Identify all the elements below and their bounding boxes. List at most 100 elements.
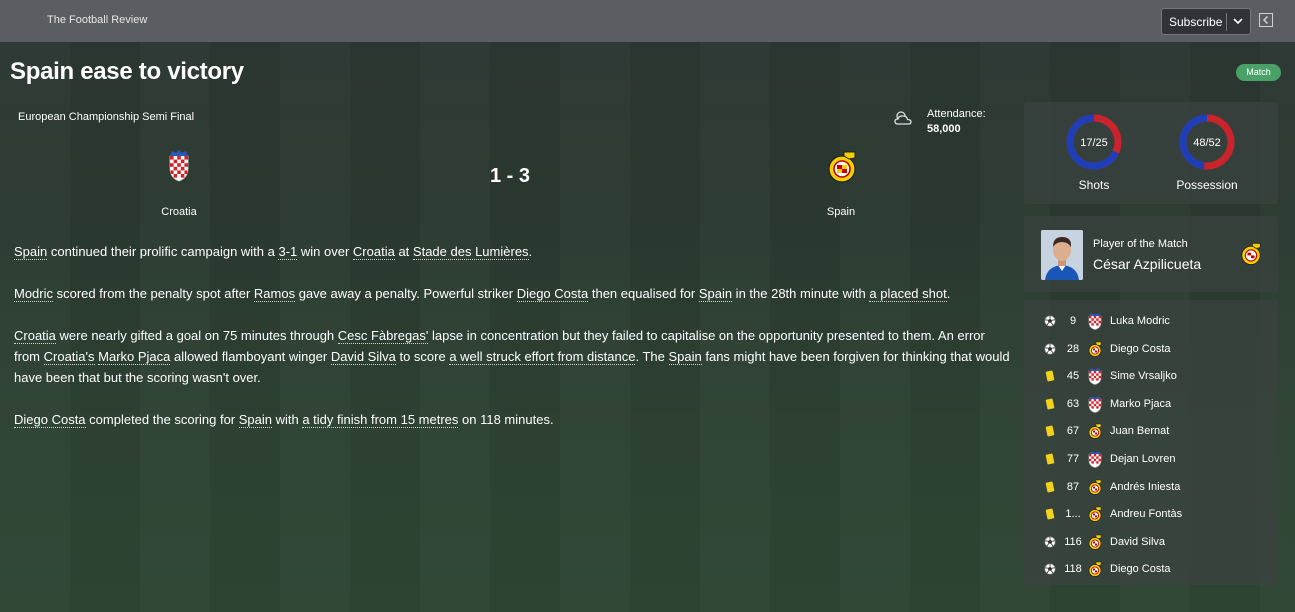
croatia-crest-icon: [1088, 396, 1102, 413]
event-row[interactable]: 67 Juan Bernat: [1040, 422, 1270, 442]
spain-crest-icon: [1088, 561, 1102, 578]
shots-label: Shots: [1078, 178, 1110, 192]
possession-label: Possession: [1176, 178, 1238, 192]
croatia-crest-icon: [1088, 368, 1102, 385]
event-minute: 87: [1066, 481, 1080, 493]
event-player[interactable]: Diego Costa: [1110, 343, 1171, 355]
divider: [1226, 13, 1227, 31]
goal-icon: [1044, 343, 1056, 355]
player-link[interactable]: Diego Costa: [14, 412, 86, 428]
team-link[interactable]: Spain: [14, 244, 48, 260]
spain-crest-icon[interactable]: [1239, 242, 1263, 266]
article-text: to score: [395, 349, 450, 364]
yellow-card-icon: [1044, 398, 1056, 410]
article-text: then equalised for: [588, 286, 699, 301]
article-paragraph: Diego Costa completed the scoring for Sp…: [14, 409, 1014, 430]
top-bar: The Football Review Subscribe: [0, 0, 1295, 42]
player-link[interactable]: Ramos: [253, 286, 296, 302]
event-row[interactable]: 116 David Silva: [1040, 533, 1270, 553]
player-link[interactable]: David Silva: [330, 349, 396, 365]
event-minute: 63: [1066, 398, 1080, 410]
team-link[interactable]: Croatia's: [43, 349, 95, 365]
article-text: at: [394, 244, 413, 259]
article-text: allowed flamboyant winger: [170, 349, 331, 364]
highlight-link[interactable]: a tidy finish from 15 metres: [302, 412, 459, 428]
highlight-link[interactable]: a well struck effort from distance: [449, 349, 636, 365]
yellow-card-icon: [1044, 370, 1056, 382]
subscribe-label: Subscribe: [1169, 14, 1223, 29]
away-team-name[interactable]: Spain: [791, 206, 891, 218]
player-avatar[interactable]: [1041, 230, 1083, 280]
event-row[interactable]: 1... Andreu Fontàs: [1040, 505, 1270, 525]
article-text: win over: [297, 244, 353, 259]
subscribe-button[interactable]: Subscribe: [1161, 8, 1251, 35]
player-link[interactable]: Cesc Fàbregas': [337, 328, 429, 344]
article-paragraph: Croatia were nearly gifted a goal on 75 …: [14, 325, 1014, 388]
event-minute: 118: [1064, 563, 1082, 575]
player-link[interactable]: Diego Costa: [516, 286, 589, 302]
yellow-card-icon: [1044, 425, 1056, 437]
yellow-card-icon: [1044, 453, 1056, 465]
site-name: The Football Review: [47, 14, 148, 26]
event-row[interactable]: 87 Andrés Iniesta: [1040, 478, 1270, 498]
event-player[interactable]: Juan Bernat: [1110, 425, 1169, 437]
event-row[interactable]: 63 Marko Pjaca: [1040, 395, 1270, 415]
event-row[interactable]: 28 Diego Costa: [1040, 340, 1270, 360]
event-player[interactable]: Dejan Lovren: [1110, 453, 1175, 465]
event-row[interactable]: 118 Diego Costa: [1040, 560, 1270, 580]
event-player[interactable]: Luka Modric: [1110, 315, 1170, 327]
home-team-name[interactable]: Croatia: [129, 206, 229, 218]
event-player[interactable]: Diego Costa: [1110, 563, 1171, 575]
article-text: on 118 minutes.: [458, 412, 554, 427]
event-player[interactable]: Andreu Fontàs: [1110, 508, 1182, 520]
team-link[interactable]: Croatia: [352, 244, 395, 260]
potm-player-name[interactable]: César Azpilicueta: [1093, 256, 1201, 272]
team-link[interactable]: Spain: [698, 286, 733, 302]
article-text: continued their prolific campaign with a: [47, 244, 279, 259]
goal-icon: [1044, 315, 1056, 327]
final-score: 1 - 3: [489, 165, 531, 187]
attendance-label: Attendance:: [927, 108, 986, 120]
player-link[interactable]: Marko Pjaca: [98, 349, 171, 365]
event-minute: 67: [1066, 425, 1080, 437]
article-text: .: [528, 244, 533, 259]
croatia-crest-icon[interactable]: [167, 148, 191, 182]
team-link[interactable]: Spain: [238, 412, 272, 428]
event-row[interactable]: 9 Luka Modric: [1040, 312, 1270, 332]
article-text: completed the scoring for: [85, 412, 239, 427]
croatia-crest-icon: [1088, 451, 1102, 468]
event-row[interactable]: 77 Dejan Lovren: [1040, 450, 1270, 470]
stadium-link[interactable]: Stade des Lumières: [412, 244, 529, 260]
event-row[interactable]: 45 Sime Vrsaljko: [1040, 367, 1270, 387]
player-portrait-icon: [1041, 230, 1083, 280]
player-link[interactable]: Modric: [14, 286, 54, 302]
event-player[interactable]: Sime Vrsaljko: [1110, 370, 1177, 382]
potm-label: Player of the Match: [1093, 238, 1188, 250]
croatia-crest-icon: [1088, 313, 1102, 330]
highlight-link[interactable]: a placed shot: [869, 286, 947, 302]
article-body: Spain continued their prolific campaign …: [14, 241, 1014, 451]
match-badge[interactable]: Match: [1236, 64, 1281, 81]
event-minute: 28: [1066, 343, 1080, 355]
article-text: . The: [635, 349, 669, 364]
article-paragraph: Spain continued their prolific campaign …: [14, 241, 1014, 262]
competition-name: European Championship Semi Final: [18, 111, 195, 123]
article-text: .: [946, 286, 951, 301]
event-minute: 116: [1064, 536, 1082, 548]
team-link[interactable]: Spain: [668, 349, 702, 365]
event-player[interactable]: Andrés Iniesta: [1110, 481, 1180, 493]
article-text: gave away a penalty. Powerful striker: [295, 286, 517, 301]
spain-crest-icon[interactable]: [825, 150, 859, 184]
spain-crest-icon: [1088, 479, 1102, 496]
team-link[interactable]: Croatia: [14, 328, 56, 344]
spain-crest-icon: [1088, 506, 1102, 523]
event-minute: 1...: [1065, 508, 1081, 520]
event-player[interactable]: David Silva: [1110, 536, 1165, 548]
collapse-panel-icon[interactable]: [1259, 13, 1273, 27]
score-link[interactable]: 3-1: [278, 244, 298, 260]
goal-icon: [1044, 563, 1056, 575]
event-player[interactable]: Marko Pjaca: [1110, 398, 1171, 410]
event-minute: 9: [1069, 315, 1077, 327]
article-text: scored from the penalty spot after: [53, 286, 254, 301]
article-text: were nearly gifted a goal on 75 minutes …: [55, 328, 338, 343]
